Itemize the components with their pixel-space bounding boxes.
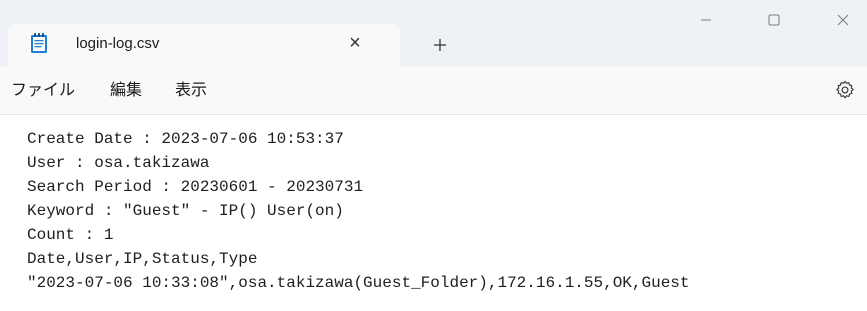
- close-icon[interactable]: [820, 0, 866, 40]
- minimize-icon[interactable]: [683, 0, 729, 40]
- editor-line: "2023-07-06 10:33:08",osa.takizawa(Guest…: [27, 274, 690, 292]
- tab-close-icon[interactable]: ×: [342, 30, 368, 56]
- maximize-icon[interactable]: [751, 0, 797, 40]
- menu-bar: ファイル 編集 表示: [0, 66, 867, 114]
- editor-line: Keyword : "Guest" - IP() User(on): [27, 202, 344, 220]
- plus-icon[interactable]: [427, 32, 453, 58]
- text-editor[interactable]: Create Date : 2023-07-06 10:53:37 User :…: [0, 115, 867, 311]
- editor-line: Search Period : 20230601 - 20230731: [27, 178, 364, 196]
- menu-edit[interactable]: 編集: [110, 80, 142, 100]
- menu-view[interactable]: 表示: [175, 80, 207, 100]
- notepad-icon: [30, 32, 48, 54]
- title-bar[interactable]: login-log.csv ×: [0, 0, 867, 66]
- editor-line: Count : 1: [27, 226, 114, 244]
- menu-file[interactable]: ファイル: [11, 80, 75, 100]
- tab-title: login-log.csv: [76, 35, 160, 52]
- editor-line: User : osa.takizawa: [27, 154, 210, 172]
- editor-line: Create Date : 2023-07-06 10:53:37: [27, 130, 344, 148]
- editor-line: Date,User,IP,Status,Type: [27, 250, 258, 268]
- gear-icon[interactable]: [834, 79, 856, 101]
- tab-login-log[interactable]: login-log.csv ×: [8, 24, 400, 66]
